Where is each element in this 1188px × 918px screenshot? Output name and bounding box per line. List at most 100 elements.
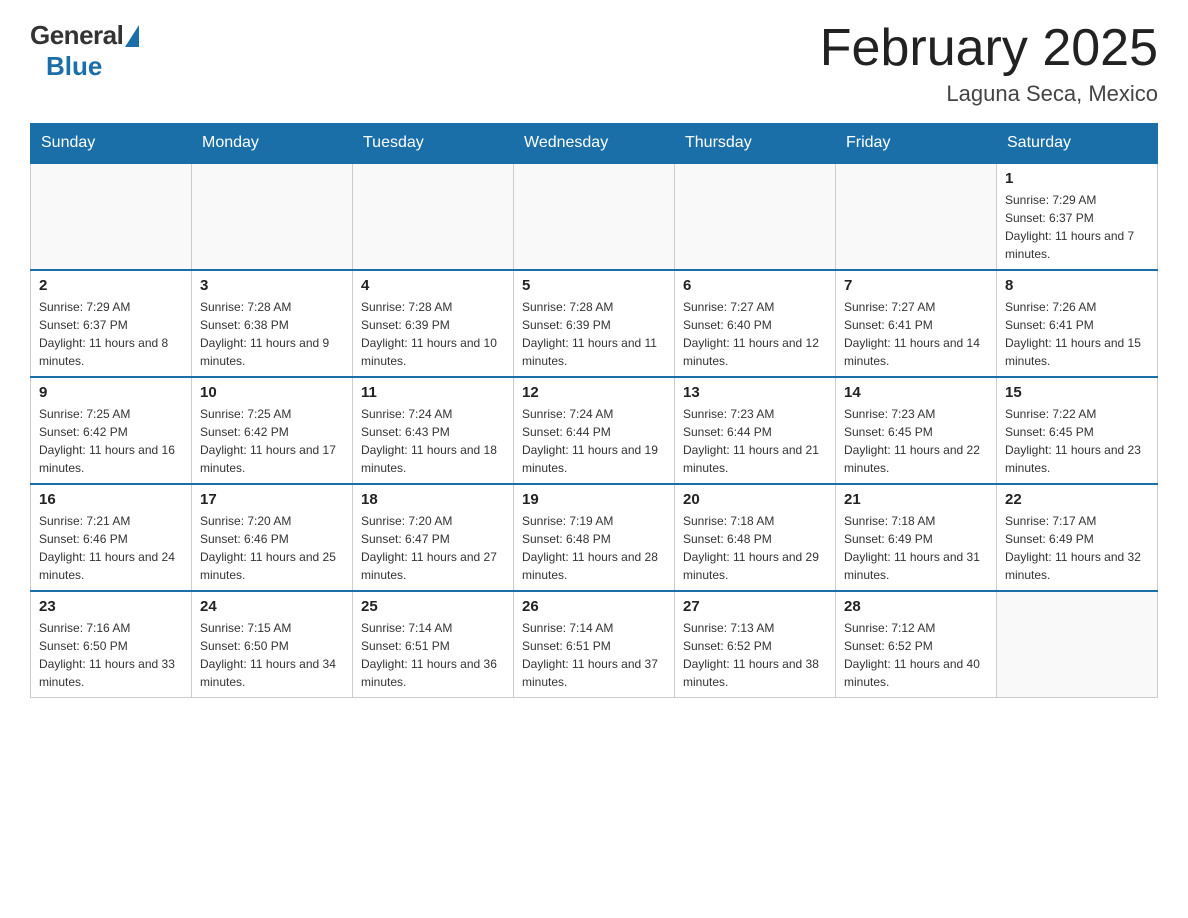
calendar-cell: 10 Sunrise: 7:25 AMSunset: 6:42 PMDayligh… — [192, 377, 353, 484]
calendar-week-row: 1Sunrise: 7:29 AMSunset: 6:37 PMDaylight… — [31, 163, 1158, 270]
calendar-header-sunday: Sunday — [31, 124, 192, 164]
calendar-cell: 27 Sunrise: 7:13 AMSunset: 6:52 PMDayligh… — [675, 591, 836, 698]
day-info: Sunrise: 7:22 AMSunset: 6:45 PMDaylight:… — [1005, 405, 1149, 477]
day-number: 7 — [844, 277, 988, 294]
calendar-cell — [514, 163, 675, 270]
day-number: 3 — [200, 277, 344, 294]
calendar-cell: 6Sunrise: 7:27 AMSunset: 6:40 PMDaylight… — [675, 270, 836, 377]
calendar-cell: 19 Sunrise: 7:19 AMSunset: 6:48 PMDayligh… — [514, 484, 675, 591]
day-number: 16 — [39, 491, 183, 508]
calendar-cell: 14 Sunrise: 7:23 AMSunset: 6:45 PMDayligh… — [836, 377, 997, 484]
day-info: Sunrise: 7:28 AMSunset: 6:39 PMDaylight:… — [361, 298, 505, 370]
day-info: Sunrise: 7:23 AMSunset: 6:45 PMDaylight:… — [844, 405, 988, 477]
calendar-cell: 2Sunrise: 7:29 AMSunset: 6:37 PMDaylight… — [31, 270, 192, 377]
calendar-header-friday: Friday — [836, 124, 997, 164]
day-info: Sunrise: 7:13 AMSunset: 6:52 PMDaylight:… — [683, 619, 827, 691]
day-number: 12 — [522, 384, 666, 401]
day-info: Sunrise: 7:26 AMSunset: 6:41 PMDaylight:… — [1005, 298, 1149, 370]
day-info: Sunrise: 7:29 AMSunset: 6:37 PMDaylight:… — [1005, 191, 1149, 263]
calendar-cell: 26 Sunrise: 7:14 AMSunset: 6:51 PMDayligh… — [514, 591, 675, 698]
page-header: General Blue February 2025 Laguna Seca, … — [30, 20, 1158, 107]
day-number: 24 — [200, 598, 344, 615]
day-number: 28 — [844, 598, 988, 615]
day-info: Sunrise: 7:16 AMSunset: 6:50 PMDaylight:… — [39, 619, 183, 691]
calendar-cell — [353, 163, 514, 270]
calendar-cell — [836, 163, 997, 270]
day-info: Sunrise: 7:24 AMSunset: 6:43 PMDaylight:… — [361, 405, 505, 477]
calendar-cell: 7 Sunrise: 7:27 AMSunset: 6:41 PMDaylight… — [836, 270, 997, 377]
day-number: 15 — [1005, 384, 1149, 401]
calendar-week-row: 2Sunrise: 7:29 AMSunset: 6:37 PMDaylight… — [31, 270, 1158, 377]
day-number: 4 — [361, 277, 505, 294]
day-info: Sunrise: 7:12 AMSunset: 6:52 PMDaylight:… — [844, 619, 988, 691]
calendar-cell: 20Sunrise: 7:18 AMSunset: 6:48 PMDayligh… — [675, 484, 836, 591]
day-number: 22 — [1005, 491, 1149, 508]
day-number: 20 — [683, 491, 827, 508]
day-info: Sunrise: 7:27 AMSunset: 6:41 PMDaylight:… — [844, 298, 988, 370]
calendar-cell: 3 Sunrise: 7:28 AMSunset: 6:38 PMDaylight… — [192, 270, 353, 377]
calendar-cell: 21Sunrise: 7:18 AMSunset: 6:49 PMDayligh… — [836, 484, 997, 591]
calendar-header-thursday: Thursday — [675, 124, 836, 164]
calendar-cell — [192, 163, 353, 270]
calendar-cell: 4 Sunrise: 7:28 AMSunset: 6:39 PMDaylight… — [353, 270, 514, 377]
day-number: 13 — [683, 384, 827, 401]
day-number: 25 — [361, 598, 505, 615]
logo-blue-text: Blue — [46, 51, 102, 82]
calendar-header-monday: Monday — [192, 124, 353, 164]
calendar-cell: 24 Sunrise: 7:15 AMSunset: 6:50 PMDayligh… — [192, 591, 353, 698]
calendar-header-tuesday: Tuesday — [353, 124, 514, 164]
logo-triangle-icon — [125, 25, 139, 47]
calendar-header-saturday: Saturday — [997, 124, 1158, 164]
calendar-cell: 18 Sunrise: 7:20 AMSunset: 6:47 PMDayligh… — [353, 484, 514, 591]
calendar-table: SundayMondayTuesdayWednesdayThursdayFrid… — [30, 123, 1158, 698]
calendar-header-row: SundayMondayTuesdayWednesdayThursdayFrid… — [31, 124, 1158, 164]
calendar-cell: 12Sunrise: 7:24 AMSunset: 6:44 PMDayligh… — [514, 377, 675, 484]
day-number: 2 — [39, 277, 183, 294]
calendar-cell: 15 Sunrise: 7:22 AMSunset: 6:45 PMDayligh… — [997, 377, 1158, 484]
day-number: 26 — [522, 598, 666, 615]
day-info: Sunrise: 7:19 AMSunset: 6:48 PMDaylight:… — [522, 512, 666, 584]
day-info: Sunrise: 7:17 AMSunset: 6:49 PMDaylight:… — [1005, 512, 1149, 584]
calendar-cell: 22 Sunrise: 7:17 AMSunset: 6:49 PMDayligh… — [997, 484, 1158, 591]
calendar-cell: 8Sunrise: 7:26 AMSunset: 6:41 PMDaylight… — [997, 270, 1158, 377]
calendar-cell: 11Sunrise: 7:24 AMSunset: 6:43 PMDayligh… — [353, 377, 514, 484]
day-number: 19 — [522, 491, 666, 508]
logo: General Blue — [30, 20, 139, 82]
calendar-cell — [997, 591, 1158, 698]
day-info: Sunrise: 7:15 AMSunset: 6:50 PMDaylight:… — [200, 619, 344, 691]
day-info: Sunrise: 7:27 AMSunset: 6:40 PMDaylight:… — [683, 298, 827, 370]
calendar-cell — [675, 163, 836, 270]
day-info: Sunrise: 7:28 AMSunset: 6:38 PMDaylight:… — [200, 298, 344, 370]
calendar-cell: 16 Sunrise: 7:21 AMSunset: 6:46 PMDayligh… — [31, 484, 192, 591]
calendar-cell — [31, 163, 192, 270]
day-number: 14 — [844, 384, 988, 401]
day-number: 18 — [361, 491, 505, 508]
day-number: 5 — [522, 277, 666, 294]
day-info: Sunrise: 7:14 AMSunset: 6:51 PMDaylight:… — [522, 619, 666, 691]
calendar-cell: 1Sunrise: 7:29 AMSunset: 6:37 PMDaylight… — [997, 163, 1158, 270]
day-info: Sunrise: 7:18 AMSunset: 6:49 PMDaylight:… — [844, 512, 988, 584]
calendar-title: February 2025 — [820, 20, 1158, 77]
calendar-week-row: 23Sunrise: 7:16 AMSunset: 6:50 PMDayligh… — [31, 591, 1158, 698]
day-number: 10 — [200, 384, 344, 401]
logo-general-text: General — [30, 20, 123, 51]
day-info: Sunrise: 7:20 AMSunset: 6:46 PMDaylight:… — [200, 512, 344, 584]
calendar-cell: 28 Sunrise: 7:12 AMSunset: 6:52 PMDayligh… — [836, 591, 997, 698]
day-number: 27 — [683, 598, 827, 615]
calendar-header-wednesday: Wednesday — [514, 124, 675, 164]
day-number: 17 — [200, 491, 344, 508]
day-info: Sunrise: 7:20 AMSunset: 6:47 PMDaylight:… — [361, 512, 505, 584]
day-info: Sunrise: 7:25 AMSunset: 6:42 PMDaylight:… — [200, 405, 344, 477]
calendar-cell: 17 Sunrise: 7:20 AMSunset: 6:46 PMDayligh… — [192, 484, 353, 591]
day-info: Sunrise: 7:21 AMSunset: 6:46 PMDaylight:… — [39, 512, 183, 584]
calendar-cell: 13 Sunrise: 7:23 AMSunset: 6:44 PMDayligh… — [675, 377, 836, 484]
day-info: Sunrise: 7:23 AMSunset: 6:44 PMDaylight:… — [683, 405, 827, 477]
title-block: February 2025 Laguna Seca, Mexico — [820, 20, 1158, 107]
calendar-cell: 9 Sunrise: 7:25 AMSunset: 6:42 PMDaylight… — [31, 377, 192, 484]
day-info: Sunrise: 7:28 AMSunset: 6:39 PMDaylight:… — [522, 298, 666, 370]
calendar-subtitle: Laguna Seca, Mexico — [820, 81, 1158, 107]
day-number: 9 — [39, 384, 183, 401]
calendar-week-row: 9 Sunrise: 7:25 AMSunset: 6:42 PMDaylight… — [31, 377, 1158, 484]
calendar-cell: 23Sunrise: 7:16 AMSunset: 6:50 PMDayligh… — [31, 591, 192, 698]
day-info: Sunrise: 7:25 AMSunset: 6:42 PMDaylight:… — [39, 405, 183, 477]
